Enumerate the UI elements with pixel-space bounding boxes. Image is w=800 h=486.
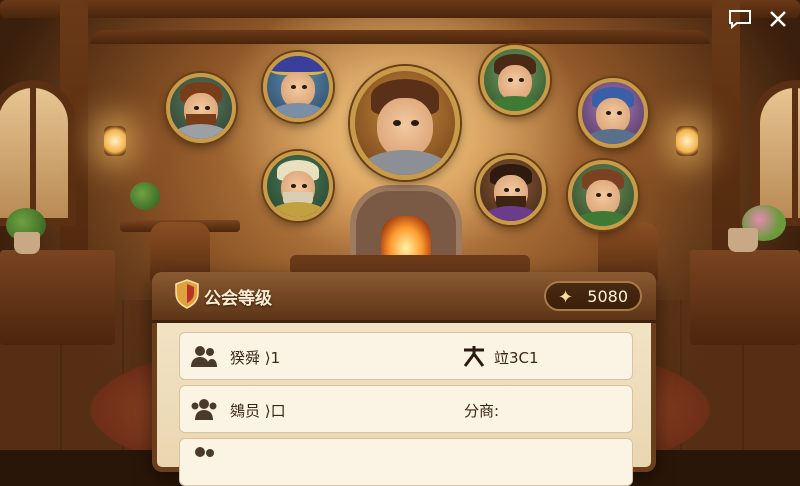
guild-shield-icon [175, 279, 199, 309]
currency-display[interactable]: ✦ 5080 [544, 281, 642, 311]
hero-portrait-1[interactable] [166, 73, 236, 143]
window-left [0, 80, 76, 226]
panel-title: 公会等级 [204, 289, 272, 309]
row-right-label: 竝3C1 [494, 349, 539, 367]
hero-portrait-6[interactable] [263, 151, 333, 221]
shelf-left [0, 250, 115, 345]
hero-portrait-featured[interactable] [350, 66, 460, 180]
pot-right [728, 228, 758, 252]
hero-portrait-4[interactable] [480, 45, 550, 115]
users-icon [191, 346, 217, 367]
chat-bubble-icon[interactable] [728, 9, 752, 33]
rank-figure-icon [463, 346, 485, 367]
info-row [179, 438, 633, 486]
ceiling-beam [0, 0, 800, 18]
window-right [752, 80, 800, 226]
guild-level-panel: 公会等级 ✦ 5080 猤舜 ⟩1 竝3C1 鵕员 ⟩口 分商: [152, 272, 656, 486]
row-left-label: 猤舜 ⟩1 [230, 349, 281, 367]
users-icon [191, 399, 217, 420]
hero-portrait-5[interactable] [578, 78, 648, 148]
users-icon [195, 447, 214, 457]
currency-value: 5080 [587, 286, 628, 306]
hero-portrait-8[interactable] [568, 160, 638, 230]
plant-shelf [130, 182, 160, 210]
info-row: 鵕员 ⟩口 分商: [179, 385, 633, 433]
shelf-right [690, 250, 800, 345]
hero-portrait-2[interactable] [263, 52, 333, 122]
row-right-label: 分商: [464, 402, 500, 420]
ceiling-arch [90, 30, 710, 44]
wall-lamp-left [104, 126, 126, 156]
hero-portrait-7[interactable] [476, 155, 546, 225]
pot-left [14, 232, 40, 254]
panel-header: 公会等级 ✦ 5080 [152, 272, 656, 323]
info-row: 猤舜 ⟩1 竝3C1 [179, 332, 633, 380]
close-icon[interactable] [768, 9, 788, 33]
sparkle-star-icon: ✦ [558, 287, 574, 308]
wall-lamp-right [676, 126, 698, 156]
row-left-label: 鵕员 ⟩口 [230, 402, 286, 420]
